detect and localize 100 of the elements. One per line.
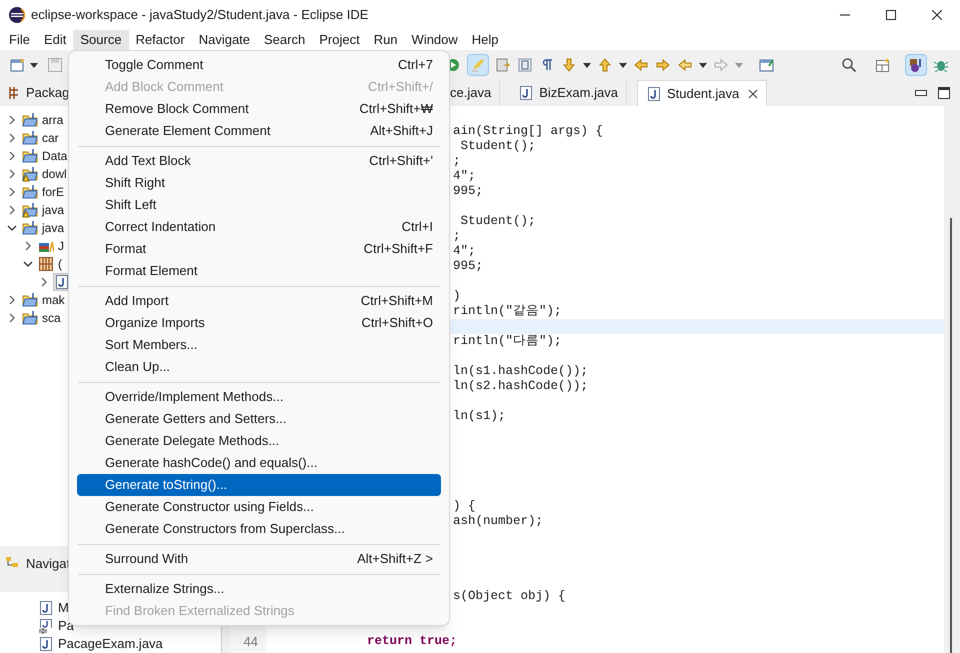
navigator-icon bbox=[6, 557, 20, 569]
tree-item[interactable]: forE bbox=[42, 183, 64, 201]
code-line: ) { bbox=[453, 499, 476, 513]
menu-item[interactable]: Format Ctrl+Shift+F bbox=[77, 238, 441, 260]
arrow-left-icon[interactable] bbox=[633, 57, 649, 73]
expand-chevron-icon[interactable] bbox=[7, 115, 17, 125]
expand-chevron-icon[interactable] bbox=[7, 169, 17, 179]
code-line: ash(number); bbox=[453, 514, 544, 528]
menu-item[interactable]: Clean Up... bbox=[77, 356, 441, 378]
back-arrow-icon[interactable] bbox=[677, 57, 693, 73]
code-line: rintln("다름"); bbox=[453, 334, 562, 348]
arrow-up-icon[interactable] bbox=[597, 57, 613, 73]
tree-item[interactable]: java bbox=[42, 219, 64, 237]
menu-item[interactable]: Add Text Block Ctrl+Shift+' bbox=[77, 150, 441, 172]
expand-chevron-icon[interactable] bbox=[7, 313, 17, 323]
menu-item[interactable]: Format Element bbox=[77, 260, 441, 282]
navigator-item[interactable]: M bbox=[58, 598, 69, 618]
menu-item[interactable]: Surround With Alt+Shift+Z > bbox=[77, 548, 441, 570]
tree-item[interactable]: car bbox=[42, 129, 59, 147]
shortcut-label: Alt+Shift+Z bbox=[357, 550, 422, 568]
menu-item[interactable]: Generate Constructors from Superclass... bbox=[77, 518, 441, 540]
menu-item[interactable]: Window bbox=[404, 30, 465, 50]
menu-item[interactable]: Help bbox=[464, 30, 506, 50]
menu-item[interactable]: Navigate bbox=[192, 30, 258, 50]
arrow-right-icon[interactable] bbox=[655, 57, 671, 73]
menu-item[interactable]: Remove Block Comment Ctrl+Shift+₩ bbox=[77, 98, 441, 120]
menu-item[interactable]: Generate toString()... bbox=[77, 474, 441, 496]
caret-icon[interactable] bbox=[30, 62, 38, 68]
expand-chevron-icon[interactable] bbox=[7, 187, 17, 197]
expand-chevron-icon[interactable] bbox=[23, 241, 33, 251]
menu-item[interactable]: Run bbox=[366, 30, 405, 50]
tree-item[interactable]: dowl bbox=[42, 165, 67, 183]
menu-item[interactable]: Override/Implement Methods... bbox=[77, 386, 441, 408]
code-line: ln(s1); bbox=[453, 409, 506, 423]
class-file-icon bbox=[38, 618, 54, 634]
document-arrow-icon[interactable] bbox=[495, 57, 511, 73]
menu-item[interactable]: Source bbox=[73, 30, 129, 50]
menu-item[interactable]: Generate Delegate Methods... bbox=[77, 430, 441, 452]
shortcut-label: Ctrl+Shift+₩ bbox=[359, 100, 433, 118]
menu-item[interactable]: Organize Imports Ctrl+Shift+O bbox=[77, 312, 441, 334]
menu-item[interactable]: Toggle Comment Ctrl+7 bbox=[77, 54, 441, 76]
code-line: 995; bbox=[453, 259, 484, 273]
navigator-item[interactable]: PacageExam.java bbox=[58, 634, 163, 653]
maximize-view-icon[interactable] bbox=[938, 87, 950, 99]
java-perspective-icon[interactable] bbox=[905, 54, 927, 76]
menu-item[interactable]: File bbox=[2, 30, 37, 50]
code-line: 995; bbox=[453, 184, 484, 198]
open-window-icon[interactable] bbox=[759, 57, 775, 73]
caret-icon[interactable] bbox=[583, 62, 591, 68]
menu-item[interactable]: Add Import Ctrl+Shift+M bbox=[77, 290, 441, 312]
code-line: return true; bbox=[367, 634, 458, 649]
menu-item[interactable]: Search bbox=[257, 30, 312, 50]
window-title: eclipse-workspace - javaStudy2/Student.java - Eclipse IDE bbox=[31, 6, 368, 24]
menu-item[interactable]: Generate Element Comment Alt+Shift+J bbox=[77, 120, 441, 142]
panel-tab[interactable]: Packag bbox=[26, 83, 70, 103]
menu-item[interactable]: Generate hashCode() and equals()... bbox=[77, 452, 441, 474]
caret-icon[interactable] bbox=[699, 62, 707, 68]
expand-chevron-icon[interactable] bbox=[7, 205, 17, 215]
menu-item[interactable]: Edit bbox=[36, 30, 74, 50]
code-line: ln(s2.hashCode()); bbox=[453, 379, 588, 393]
caret-icon[interactable] bbox=[619, 62, 627, 68]
menu-item[interactable]: Refactor bbox=[128, 30, 192, 50]
shortcut-label: Ctrl+Shift+/ bbox=[368, 78, 433, 96]
menu-item[interactable]: Generate Constructor using Fields... bbox=[77, 496, 441, 518]
collapse-chevron-icon[interactable] bbox=[23, 259, 33, 269]
perspective-icon[interactable] bbox=[875, 57, 891, 73]
shortcut-label: Ctrl+Shift+M bbox=[360, 292, 433, 310]
code-line: Student(); bbox=[460, 214, 536, 228]
tree-item[interactable]: J bbox=[58, 237, 64, 255]
expand-chevron-icon[interactable] bbox=[39, 277, 49, 287]
new-window-icon[interactable] bbox=[10, 57, 26, 73]
menu-item[interactable]: Externalize Strings... bbox=[77, 578, 441, 600]
editor-tab[interactable]: Student.java bbox=[636, 80, 768, 106]
shortcut-label: Alt+Shift+J bbox=[370, 122, 433, 140]
menu-item[interactable]: Shift Left bbox=[77, 194, 441, 216]
eclipse-logo-icon bbox=[9, 7, 25, 23]
frame-icon[interactable] bbox=[517, 57, 533, 73]
arrow-down-icon[interactable] bbox=[561, 57, 577, 73]
expand-chevron-icon[interactable] bbox=[7, 295, 17, 305]
tree-item[interactable]: Data bbox=[42, 147, 68, 165]
minimize-view-icon[interactable] bbox=[915, 90, 927, 96]
menu-item[interactable]: Project bbox=[312, 30, 367, 50]
shortcut-label: Ctrl+7 bbox=[398, 56, 433, 74]
tree-item[interactable]: sca bbox=[42, 309, 61, 327]
tree-item[interactable]: arra bbox=[42, 111, 64, 129]
expand-chevron-icon[interactable] bbox=[7, 133, 17, 143]
close-icon[interactable] bbox=[748, 88, 758, 98]
menu-item[interactable]: Shift Right bbox=[77, 172, 441, 194]
tree-item[interactable]: ( bbox=[58, 255, 62, 273]
menu-item[interactable]: Correct Indentation Ctrl+I bbox=[77, 216, 441, 238]
search-icon[interactable] bbox=[841, 57, 857, 73]
menu-item[interactable]: Generate Getters and Setters... bbox=[77, 408, 441, 430]
scrollbar-thumb[interactable] bbox=[950, 218, 952, 653]
menu-item[interactable]: Sort Members... bbox=[77, 334, 441, 356]
tree-item[interactable]: java bbox=[42, 201, 64, 219]
collapse-chevron-icon[interactable] bbox=[7, 223, 17, 233]
tree-item[interactable]: mak bbox=[42, 291, 65, 309]
code-line: 4"; bbox=[453, 169, 476, 183]
expand-chevron-icon[interactable] bbox=[7, 151, 17, 161]
code-line: Student(); bbox=[460, 139, 536, 153]
